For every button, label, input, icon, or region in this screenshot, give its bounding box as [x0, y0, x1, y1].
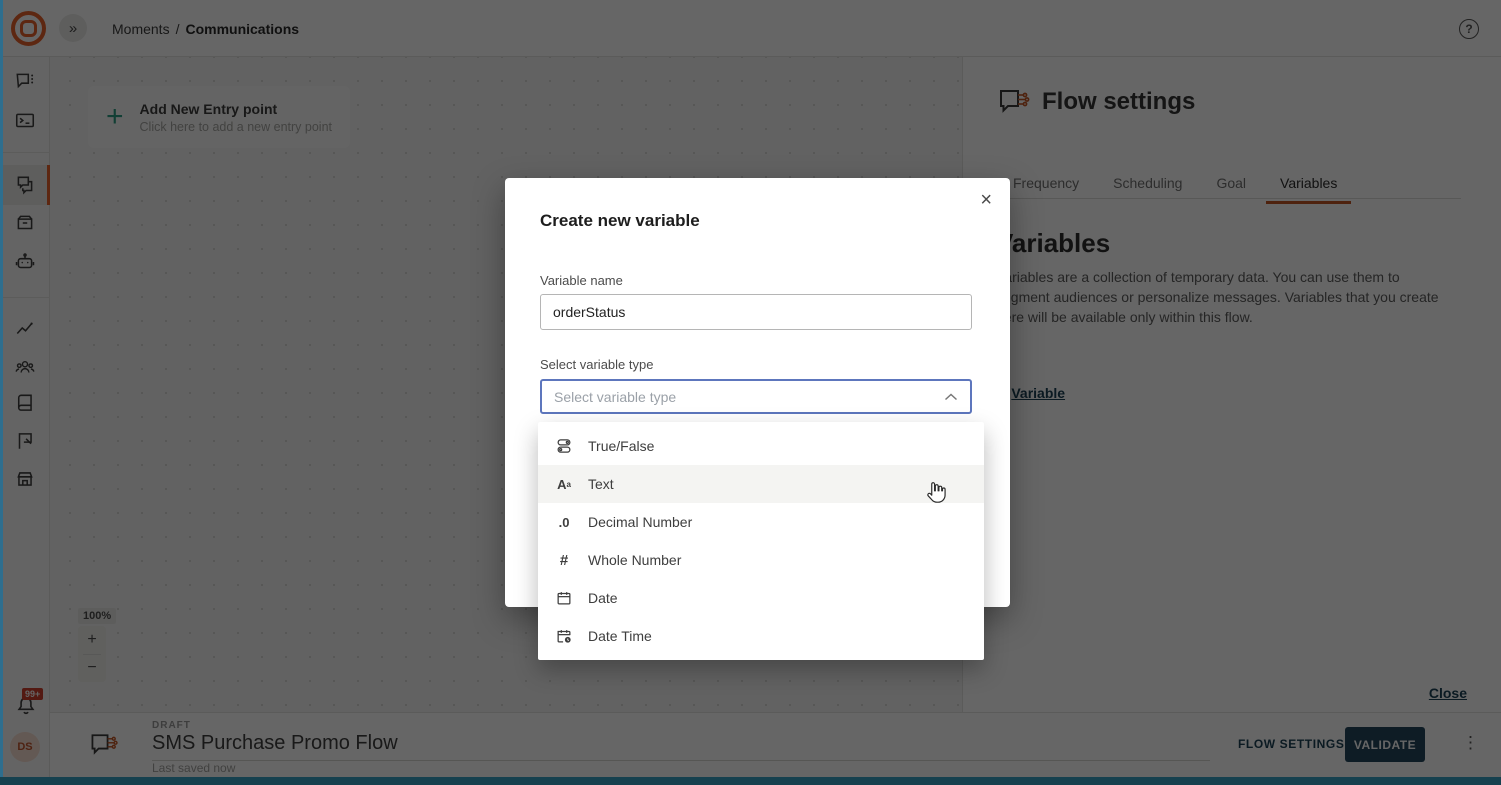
- window-frame-bottom: [0, 777, 1501, 785]
- variable-type-dropdown: True/False Aa Text .0 Decimal Number # W…: [538, 422, 984, 660]
- variable-name-label: Variable name: [540, 273, 623, 288]
- option-label: Text: [588, 476, 614, 492]
- app-screen: » Moments / Communications ?: [0, 0, 1501, 785]
- option-date[interactable]: Date: [538, 579, 984, 617]
- option-decimal-number[interactable]: .0 Decimal Number: [538, 503, 984, 541]
- variable-type-select[interactable]: Select variable type: [540, 379, 972, 414]
- text-icon: Aa: [554, 474, 574, 494]
- option-text[interactable]: Aa Text: [538, 465, 984, 503]
- decimal-icon: .0: [554, 512, 574, 532]
- select-placeholder: Select variable type: [554, 389, 944, 405]
- toggle-icon: [554, 436, 574, 456]
- modal-title: Create new variable: [540, 211, 700, 231]
- variable-type-label: Select variable type: [540, 357, 653, 372]
- option-label: True/False: [588, 438, 654, 454]
- calendar-clock-icon: [554, 626, 574, 646]
- hash-icon: #: [554, 550, 574, 570]
- option-whole-number[interactable]: # Whole Number: [538, 541, 984, 579]
- variable-name-input[interactable]: [540, 294, 972, 330]
- close-icon[interactable]: ×: [976, 186, 996, 214]
- option-label: Whole Number: [588, 552, 681, 568]
- chevron-up-icon: [944, 393, 958, 401]
- option-label: Decimal Number: [588, 514, 692, 530]
- option-label: Date: [588, 590, 618, 606]
- calendar-icon: [554, 588, 574, 608]
- option-label: Date Time: [588, 628, 652, 644]
- window-frame-left: [0, 0, 3, 785]
- option-true-false[interactable]: True/False: [538, 427, 984, 465]
- option-date-time[interactable]: Date Time: [538, 617, 984, 655]
